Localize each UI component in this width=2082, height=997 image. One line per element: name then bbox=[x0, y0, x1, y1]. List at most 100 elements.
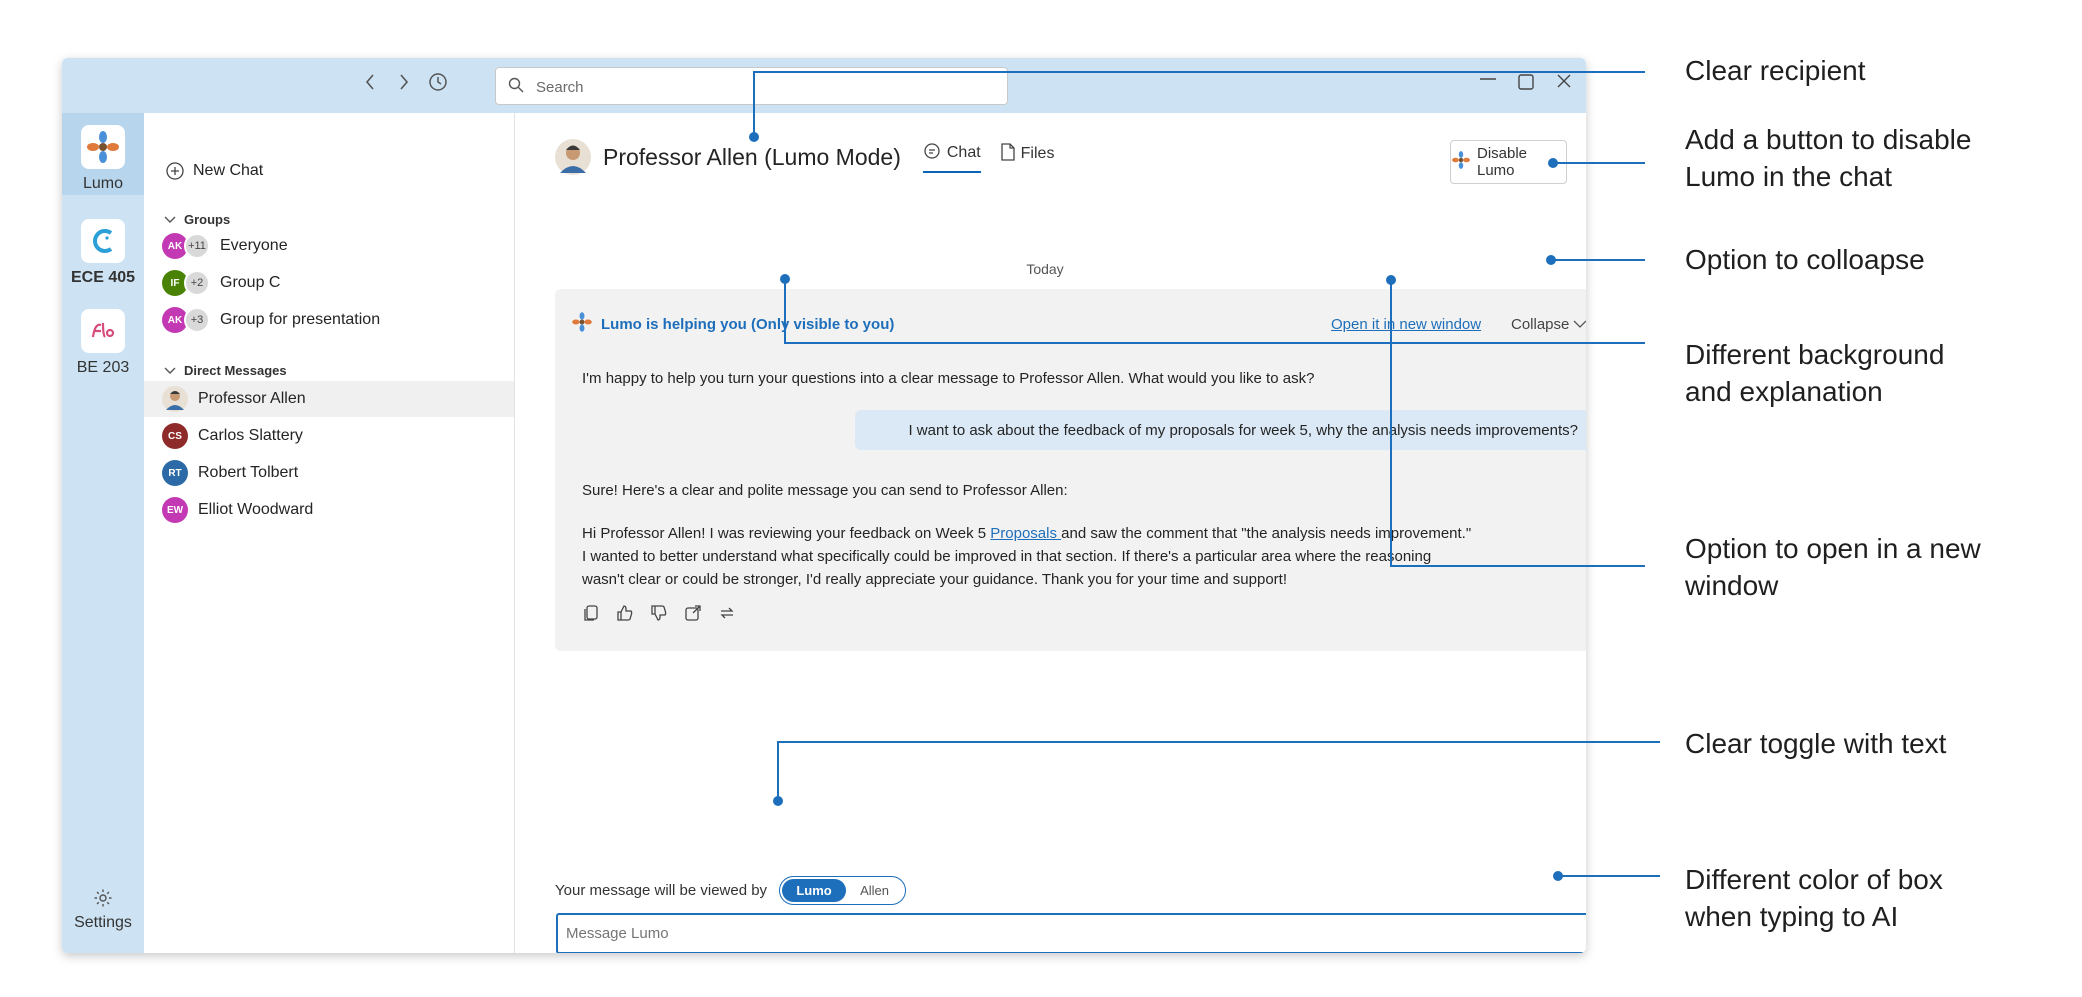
disable-lumo-label: Disable Lumo bbox=[1477, 145, 1528, 179]
viewer-toggle-row: Your message will be viewed by Lumo Alle… bbox=[555, 876, 907, 905]
recipient-avatar-icon bbox=[555, 139, 591, 175]
dm-name: Robert Tolbert bbox=[198, 464, 299, 481]
user-message-text: I want to ask about the feedback of my p… bbox=[908, 421, 1578, 439]
avatar: CS bbox=[162, 423, 188, 449]
group-item-group-c[interactable]: IF +2 Group C bbox=[144, 265, 514, 301]
dm-title: Direct Messages bbox=[184, 363, 287, 378]
professor-avatar-icon bbox=[162, 386, 188, 412]
search-icon bbox=[508, 77, 524, 98]
chevron-down-icon bbox=[164, 212, 176, 227]
groups-section-header[interactable]: Groups bbox=[164, 212, 230, 227]
lumo-logo-icon bbox=[1451, 150, 1471, 174]
tab-chat[interactable]: Chat bbox=[922, 142, 981, 173]
group-name: Group for presentation bbox=[220, 311, 381, 328]
collapse-label: Collapse bbox=[1511, 316, 1570, 333]
collapse-button[interactable]: Collapse bbox=[1511, 316, 1586, 333]
avatar: RT bbox=[162, 460, 188, 486]
rail-label: BE 203 bbox=[76, 359, 130, 376]
history-nav bbox=[360, 72, 448, 97]
toggle-option-lumo[interactable]: Lumo bbox=[782, 879, 847, 902]
be203-logo-icon bbox=[81, 309, 125, 353]
add-circle-icon bbox=[165, 161, 185, 181]
draft-line-1: Hi Professor Allen! I was reviewing your… bbox=[582, 522, 1471, 545]
file-icon bbox=[1001, 142, 1015, 166]
maximize-icon[interactable] bbox=[1516, 70, 1536, 94]
annotation-line: Add a button to disable bbox=[1685, 124, 1972, 155]
back-icon[interactable] bbox=[360, 72, 380, 97]
gear-icon bbox=[62, 888, 144, 914]
history-icon[interactable] bbox=[428, 72, 448, 97]
dm-name: Elliot Woodward bbox=[198, 501, 314, 518]
dm-name: Professor Allen bbox=[198, 390, 306, 407]
thumbs-up-icon[interactable] bbox=[615, 603, 635, 623]
window-controls bbox=[1478, 70, 1574, 94]
draft-text: and saw the comment that "the analysis n… bbox=[1061, 525, 1472, 542]
assistant-message: I'm happy to help you turn your question… bbox=[582, 370, 1315, 387]
annotation-line: when typing to AI bbox=[1685, 901, 1899, 932]
dm-item-professor-allen[interactable]: Professor Allen bbox=[144, 381, 514, 417]
group-name: Group C bbox=[220, 274, 281, 291]
toggle-option-allen[interactable]: Allen bbox=[860, 883, 889, 898]
title-bar: Search bbox=[62, 58, 1586, 113]
chat-list-panel: New Chat Groups AK +11 Everyone IF +2 Gr… bbox=[144, 113, 515, 953]
dm-name: Carlos Slattery bbox=[198, 427, 303, 444]
dm-section-header[interactable]: Direct Messages bbox=[164, 363, 287, 378]
dm-item-robert[interactable]: RT Robert Tolbert bbox=[144, 455, 514, 491]
dm-item-carlos[interactable]: CS Carlos Slattery bbox=[144, 418, 514, 454]
annotation-line: and explanation bbox=[1685, 376, 1883, 407]
lumo-banner-text: Lumo is helping you (Only visible to you… bbox=[601, 315, 895, 333]
tab-label: Chat bbox=[946, 144, 981, 161]
group-item-everyone[interactable]: AK +11 Everyone bbox=[144, 228, 514, 264]
new-chat-button[interactable]: New Chat bbox=[144, 153, 514, 189]
draft-message: Hi Professor Allen! I was reviewing your… bbox=[582, 522, 1471, 591]
viewed-by-label: Your message will be viewed by bbox=[555, 882, 768, 899]
thumbs-down-icon[interactable] bbox=[649, 603, 669, 623]
rail-label: Lumo bbox=[82, 175, 124, 192]
rail-item-be203[interactable]: BE 203 bbox=[62, 309, 144, 377]
user-message-bubble: I want to ask about the feedback of my p… bbox=[855, 410, 1586, 450]
lumo-logo-icon bbox=[571, 311, 593, 337]
lumo-logo-icon bbox=[81, 125, 125, 169]
date-divider: Today bbox=[1026, 261, 1064, 277]
lumo-assistant-card: Lumo is helping you (Only visible to you… bbox=[555, 289, 1586, 651]
open-new-window-link[interactable]: Open it in new window bbox=[1331, 316, 1481, 333]
dm-item-elliot[interactable]: EW Elliot Woodward bbox=[144, 492, 514, 528]
group-name: Everyone bbox=[220, 237, 288, 254]
rail-item-settings[interactable]: Settings bbox=[62, 888, 144, 932]
draft-text: Hi Professor Allen! I was reviewing your… bbox=[582, 525, 991, 542]
search-box[interactable]: Search bbox=[495, 67, 1008, 105]
annotation-background: Different background and explanation bbox=[1685, 336, 1944, 410]
message-input[interactable] bbox=[556, 913, 1586, 953]
lumo-banner: Lumo is helping you (Only visible to you… bbox=[571, 311, 894, 337]
member-count-badge: +2 bbox=[184, 270, 210, 296]
regenerate-icon[interactable] bbox=[717, 603, 737, 623]
forward-icon[interactable] bbox=[394, 72, 414, 97]
viewer-toggle[interactable]: Lumo Allen bbox=[779, 876, 907, 905]
chat-bubble-icon bbox=[923, 142, 941, 165]
annotation-disable-button: Add a button to disable Lumo in the chat bbox=[1685, 121, 1971, 195]
draft-line-2: I wanted to better understand what speci… bbox=[582, 548, 1432, 565]
app-window: Search Lumo ECE 405 BE 203 Settings New … bbox=[62, 58, 1586, 953]
annotation-line: Lumo in the chat bbox=[1685, 161, 1893, 192]
annotation-line: Option to open in a new bbox=[1685, 533, 1981, 564]
group-item-presentation[interactable]: AK +3 Group for presentation bbox=[144, 302, 514, 338]
close-icon[interactable] bbox=[1554, 70, 1574, 94]
rail-item-ece405[interactable]: ECE 405 bbox=[62, 219, 144, 287]
chat-main: Professor Allen (Lumo Mode) Chat Files D… bbox=[515, 113, 1586, 953]
annotation-toggle: Clear toggle with text bbox=[1685, 728, 1947, 759]
minimize-icon[interactable] bbox=[1478, 70, 1498, 94]
share-icon[interactable] bbox=[683, 603, 703, 623]
rail-item-lumo[interactable]: Lumo bbox=[62, 125, 144, 193]
new-chat-label: New Chat bbox=[193, 162, 264, 179]
proposals-link[interactable]: Proposals bbox=[990, 525, 1061, 542]
tab-label: Files bbox=[1020, 145, 1055, 162]
app-rail: Lumo ECE 405 BE 203 Settings bbox=[62, 113, 144, 953]
ece405-logo-icon bbox=[81, 219, 125, 263]
rail-label: ECE 405 bbox=[70, 269, 136, 286]
copy-icon[interactable] bbox=[581, 603, 601, 623]
annotation-clear-recipient: Clear recipient bbox=[1685, 55, 1866, 86]
disable-lumo-button[interactable]: Disable Lumo bbox=[1450, 140, 1567, 184]
annotation-line: Different color of box bbox=[1685, 864, 1943, 895]
tab-files[interactable]: Files bbox=[1001, 142, 1055, 172]
search-input[interactable]: Search bbox=[536, 79, 584, 96]
